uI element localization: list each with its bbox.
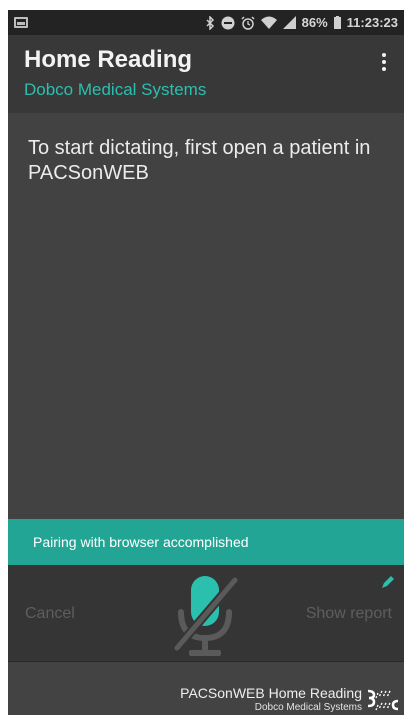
alarm-icon	[241, 15, 255, 30]
app-bar: Home Reading Dobco Medical Systems	[8, 35, 404, 113]
app-subtitle: Dobco Medical Systems	[24, 80, 207, 99]
footer-company-name: Dobco Medical Systems	[254, 702, 362, 713]
signal-icon	[282, 16, 296, 29]
dictation-action-bar: Cancel Show report	[8, 565, 404, 662]
clock: 11:23:23	[346, 15, 398, 30]
more-vert-icon[interactable]	[372, 49, 396, 75]
main-content: To start dictating, first open a patient…	[8, 113, 404, 519]
dobco-logo-icon	[367, 689, 399, 711]
status-bar: 86% 11:23:23	[8, 10, 404, 35]
snackbar: Pairing with browser accomplished	[8, 519, 404, 565]
footer: PACSonWEB Home Reading Dobco Medical Sys…	[8, 663, 404, 715]
phone-screen: 86% 11:23:23 Home Reading Dobco Medical …	[8, 10, 404, 715]
pen-icon[interactable]	[381, 575, 395, 589]
bluetooth-icon	[206, 15, 214, 30]
cancel-button[interactable]: Cancel	[25, 605, 75, 623]
gallery-icon	[14, 17, 28, 28]
do-not-disturb-icon	[221, 16, 235, 29]
instruction-text: To start dictating, first open a patient…	[28, 137, 371, 184]
footer-product-name: PACSonWEB Home Reading	[180, 685, 362, 701]
wifi-icon	[260, 16, 277, 29]
app-title: Home Reading	[24, 46, 193, 73]
microphone-off-icon[interactable]	[169, 572, 241, 660]
battery-percent: 86%	[301, 15, 328, 30]
snackbar-message: Pairing with browser accomplished	[33, 534, 249, 550]
battery-icon	[333, 16, 341, 29]
status-icons: 86% 11:23:23	[206, 15, 404, 30]
show-report-button[interactable]: Show report	[306, 605, 392, 623]
